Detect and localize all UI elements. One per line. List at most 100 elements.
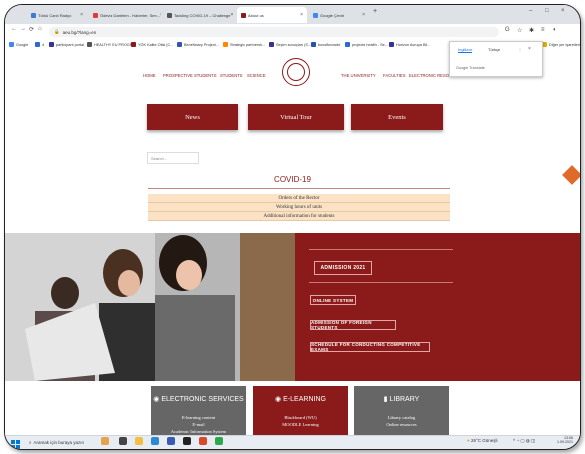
bookmark-secim[interactable]: Seçim sonuçları (S... bbox=[269, 42, 311, 47]
profile-icon[interactable]: ◐ bbox=[553, 27, 557, 33]
bookmark-yok-kalite[interactable]: YÖK Kalite Ofisi (C... bbox=[131, 42, 173, 47]
tab-google-translate[interactable]: Google Çeviri × bbox=[309, 7, 369, 23]
bookmark-label: Google bbox=[16, 42, 29, 47]
covid-additional-info-link[interactable]: Additional information for students bbox=[148, 212, 450, 221]
site-search-input[interactable]: Search... bbox=[147, 152, 199, 164]
nav-students[interactable]: STUDENTS bbox=[220, 73, 243, 78]
address-bar[interactable]: 🔒 aeu.bg/?lang=en bbox=[49, 27, 499, 37]
bookmark-4[interactable]: 4 bbox=[35, 42, 44, 47]
admission-2021-button[interactable]: ADMISSION 2021 bbox=[314, 261, 372, 275]
university-favicon-icon bbox=[241, 12, 246, 18]
star-icon[interactable]: ☆ bbox=[517, 27, 522, 34]
windows-start-icon[interactable] bbox=[11, 437, 21, 449]
forward-button[interactable]: → bbox=[20, 26, 26, 32]
google-account-icon[interactable]: G bbox=[505, 27, 510, 33]
google-translate-popup: İngilizce Türkçe ⋮ × Google Translate bbox=[449, 41, 543, 77]
card-line[interactable]: Library catalog bbox=[354, 415, 449, 420]
bookmark-projects-health[interactable]: projects health - Se... bbox=[345, 42, 388, 47]
close-icon[interactable]: × bbox=[80, 12, 83, 18]
library-card[interactable]: ▮ LIBRARY Library catalog Online resource… bbox=[354, 386, 449, 435]
chrome-icon[interactable] bbox=[215, 437, 223, 445]
close-icon[interactable]: × bbox=[230, 12, 233, 18]
close-icon[interactable]: × bbox=[300, 12, 303, 18]
globe-favicon-icon bbox=[167, 12, 172, 18]
nav-science[interactable]: SCIENCE bbox=[247, 73, 266, 78]
electronic-services-card[interactable]: ◉ ELECTRONIC SERVICES E-learning content … bbox=[151, 386, 246, 435]
foreign-students-link[interactable]: ADMISSION OF FOREIGN STUDENTS bbox=[310, 320, 396, 330]
tab-label: Google Çeviri bbox=[320, 12, 345, 18]
bookmark-favicon-icon bbox=[177, 42, 182, 47]
book-icon: ▮ bbox=[383, 396, 388, 403]
bookmark-participant-portal[interactable]: participant portal bbox=[49, 42, 84, 47]
tab-about-us[interactable]: About us × bbox=[237, 7, 307, 23]
tab-odeviz[interactable]: Ödeviz Darleten - Haberler, Sen... × bbox=[89, 7, 161, 23]
clock[interactable]: 13:06 1.09.2021 bbox=[557, 436, 573, 444]
virtual-tour-button[interactable]: Virtual Tour bbox=[248, 104, 344, 130]
events-button[interactable]: Events bbox=[351, 104, 443, 130]
covid-orders-link[interactable]: Orders of the Rector bbox=[148, 194, 450, 203]
bookmark-google[interactable]: Google bbox=[9, 42, 28, 47]
online-system-link[interactable]: ONLINE SYSTEM bbox=[310, 295, 356, 305]
tab-covid-challenge[interactable]: Tackling COVID-19 – Challenge × bbox=[163, 7, 235, 23]
nav-faculties[interactable]: FACULTIES bbox=[383, 73, 406, 78]
people-app-icon[interactable] bbox=[101, 437, 109, 445]
radio-favicon-icon bbox=[31, 12, 36, 18]
card-line[interactable]: MOODLE Learning bbox=[253, 422, 348, 427]
file-explorer-icon[interactable] bbox=[135, 437, 143, 445]
reading-list-icon[interactable]: ≡ bbox=[541, 27, 545, 33]
weather-widget[interactable]: ● 26°C Güneşli bbox=[467, 438, 498, 443]
nav-the-university[interactable]: THE UNIVERSITY bbox=[341, 73, 376, 78]
news-button[interactable]: News bbox=[147, 104, 238, 130]
edge-icon[interactable] bbox=[151, 437, 159, 445]
nav-electronic-resources[interactable]: ELECTRONIC RESOURCES bbox=[409, 73, 449, 78]
nav-home[interactable]: HOME bbox=[143, 73, 156, 78]
bookmark-healthy-eu[interactable]: HEALTHY EU PROGR... bbox=[87, 42, 136, 47]
card-line[interactable]: Academic Information System bbox=[151, 429, 246, 434]
covid-heading: COVID-19 bbox=[274, 175, 311, 184]
bookmark-beneficiary[interactable]: Beneficiary Project... bbox=[177, 42, 219, 47]
e-learning-card[interactable]: ◉ E-LEARNING Blackboard (WU) MOODLE Learn… bbox=[253, 386, 348, 435]
outlook-icon[interactable] bbox=[167, 437, 175, 445]
tab-label: Türkü Canlı Radyo bbox=[38, 12, 72, 18]
back-button[interactable]: ← bbox=[11, 26, 17, 32]
bookmark-favicon-icon bbox=[131, 42, 136, 47]
office-icon[interactable] bbox=[199, 437, 207, 445]
new-tab-button[interactable]: + bbox=[373, 8, 377, 15]
task-view-icon[interactable] bbox=[119, 437, 127, 445]
maximize-button[interactable]: □ bbox=[545, 8, 549, 14]
bookmark-boxofknowde[interactable]: boxofknowde bbox=[311, 42, 340, 47]
close-icon[interactable]: × bbox=[528, 46, 531, 52]
card-line[interactable]: E-learning content bbox=[151, 415, 246, 420]
card-line[interactable]: Online resources bbox=[354, 422, 449, 427]
card-line[interactable]: E-mail bbox=[151, 422, 246, 427]
bookmark-favicon-icon bbox=[49, 42, 54, 47]
translate-menu-icon[interactable]: ⋮ bbox=[518, 47, 522, 52]
covid-divider bbox=[148, 188, 450, 189]
admission-panel bbox=[295, 233, 580, 381]
minimize-button[interactable]: – bbox=[529, 8, 532, 14]
close-icon[interactable]: × bbox=[160, 12, 161, 18]
translate-english-tab[interactable]: İngilizce bbox=[458, 47, 473, 53]
taskbar-search[interactable]: ⌕ Aramak için buraya yazın bbox=[29, 437, 99, 447]
university-seal-logo[interactable] bbox=[282, 58, 310, 86]
close-icon[interactable]: × bbox=[362, 12, 365, 18]
competitive-exams-link[interactable]: SCHEDULE FOR CONDUCTING COMPETITIVE EXAM… bbox=[310, 342, 430, 352]
system-tray-icons[interactable]: ^ ◔ ▢ ◍ ◫ bbox=[513, 438, 535, 444]
tab-turku-radio[interactable]: Türkü Canlı Radyo × bbox=[27, 7, 87, 23]
card-title: LIBRARY bbox=[389, 395, 420, 403]
translate-turkish-tab[interactable]: Türkçe bbox=[488, 47, 500, 52]
tab-label: Tackling COVID-19 – Challenge bbox=[174, 12, 231, 18]
terminal-icon[interactable] bbox=[183, 437, 191, 445]
extensions-icon[interactable]: ✱ bbox=[529, 27, 534, 34]
bookmark-favicon-icon bbox=[87, 42, 92, 47]
bookmark-other[interactable]: Diğer yer işaretleri bbox=[542, 42, 580, 47]
nav-prospective-students[interactable]: PROSPECTIVE STUDENTS bbox=[163, 73, 217, 78]
covid-working-hours-link[interactable]: Working hours of units bbox=[148, 203, 450, 212]
home-button[interactable]: ⌂ bbox=[38, 26, 42, 32]
google-favicon-icon bbox=[313, 12, 318, 18]
reload-button[interactable]: ⟳ bbox=[29, 26, 34, 33]
bookmark-strategic[interactable]: Strategic partnersh... bbox=[223, 42, 265, 47]
card-line[interactable]: Blackboard (WU) bbox=[253, 415, 348, 420]
close-window-button[interactable]: × bbox=[561, 8, 565, 14]
bookmark-horizon[interactable]: Horizon Avrupa Bil... bbox=[389, 42, 430, 47]
